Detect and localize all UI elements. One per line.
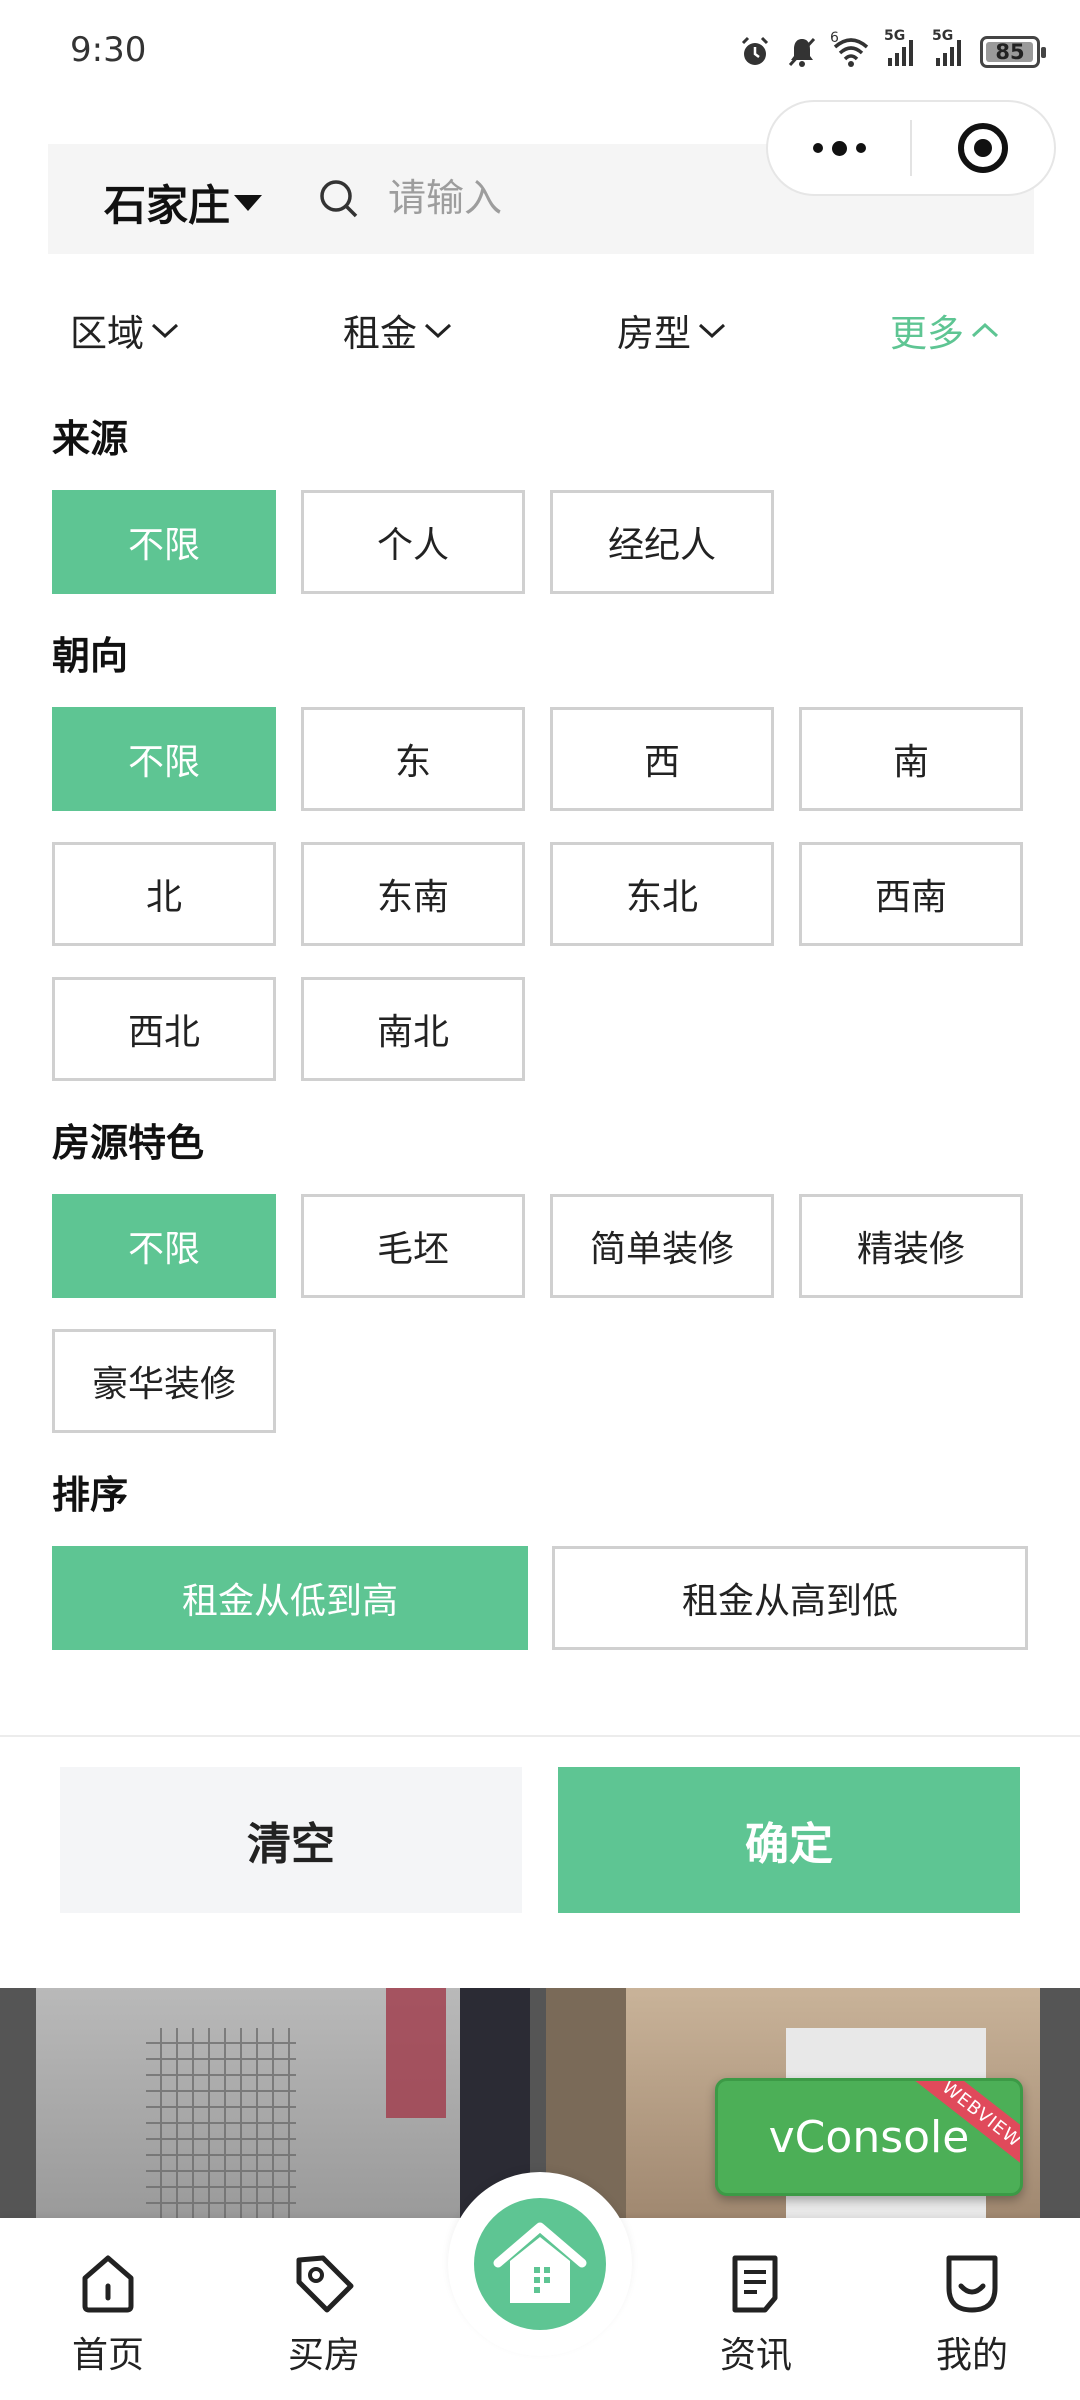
option-orientation-northwest[interactable]: 西北 <box>52 977 276 1081</box>
tab-label: 我的 <box>935 2335 1008 2376</box>
section-title-feature: 房源特色 <box>52 1121 205 1165</box>
document-icon <box>732 2255 778 2313</box>
option-feature-luxury-decor[interactable]: 豪华装修 <box>52 1329 276 1433</box>
option-sort-rent-desc[interactable]: 租金从高到低 <box>552 1546 1028 1650</box>
option-source-agent[interactable]: 经纪人 <box>550 490 774 594</box>
smile-icon <box>946 2255 998 2313</box>
vconsole-button[interactable]: vConsole WEBVIEW <box>715 2078 1023 2196</box>
search-icon <box>320 180 358 218</box>
chevron-down-icon <box>698 323 726 339</box>
filter-tab-label: 租金 <box>343 312 417 355</box>
option-orientation-northeast[interactable]: 东北 <box>550 842 774 946</box>
filter-tab-more[interactable]: 更多 <box>890 295 1000 365</box>
tab-mine[interactable]: 我的 <box>902 2248 1042 2378</box>
option-orientation-west[interactable]: 西 <box>550 707 774 811</box>
miniprogram-capsule <box>766 100 1056 196</box>
option-feature-any[interactable]: 不限 <box>52 1194 276 1298</box>
action-divider <box>0 1735 1080 1737</box>
filter-tab-layout[interactable]: 房型 <box>617 295 727 365</box>
city-label: 石家庄 <box>104 181 231 230</box>
option-orientation-north[interactable]: 北 <box>52 842 276 946</box>
option-orientation-east[interactable]: 东 <box>301 707 525 811</box>
alarm-icon <box>741 36 769 65</box>
center-home-button[interactable] <box>448 2172 632 2356</box>
chevron-down-icon <box>424 323 452 339</box>
wifi-indicator: 6 <box>830 30 870 68</box>
status-bar: 9:30 6 5G 5G 85 <box>0 0 1080 100</box>
filter-tab-area[interactable]: 区域 <box>70 295 180 365</box>
option-feature-fine-decor[interactable]: 精装修 <box>799 1194 1023 1298</box>
tab-label: 首页 <box>71 2335 144 2376</box>
tab-news[interactable]: 资讯 <box>686 2248 826 2378</box>
filter-tab-label: 区域 <box>70 312 144 355</box>
chevron-down-icon <box>151 323 179 339</box>
mute-icon <box>788 37 816 67</box>
section-title-sort: 排序 <box>52 1473 129 1517</box>
caret-down-icon <box>234 194 263 211</box>
status-icons: 6 5G 5G 85 <box>738 28 1046 74</box>
filter-tabs: 区域 租金 房型 更多 <box>0 295 1080 365</box>
building-home-icon <box>493 2222 587 2303</box>
vconsole-label: vConsole <box>768 2111 970 2163</box>
section-title-orientation: 朝向 <box>52 634 129 678</box>
more-button[interactable] <box>768 102 910 194</box>
option-feature-unfinished[interactable]: 毛坯 <box>301 1194 525 1298</box>
filter-tab-rent[interactable]: 租金 <box>343 295 453 365</box>
filter-tab-label: 更多 <box>890 312 964 355</box>
tab-home[interactable]: 首页 <box>38 2248 178 2378</box>
tab-label: 资讯 <box>719 2335 792 2376</box>
target-icon <box>957 123 1008 173</box>
home-outline-icon <box>82 2255 134 2313</box>
option-orientation-south[interactable]: 南 <box>799 707 1023 811</box>
tag-icon <box>296 2255 354 2313</box>
more-dots-icon <box>812 140 866 156</box>
battery-level: 85 <box>995 40 1025 64</box>
option-source-any[interactable]: 不限 <box>52 490 276 594</box>
signal-5g-indicator-1: 5G <box>884 28 918 68</box>
section-title-source: 来源 <box>52 417 129 461</box>
listing-photo[interactable] <box>36 1988 530 2218</box>
filter-tab-label: 房型 <box>617 312 691 355</box>
option-feature-simple-decor[interactable]: 简单装修 <box>550 1194 774 1298</box>
close-miniprogram-button[interactable] <box>912 102 1054 194</box>
battery-icon: 85 <box>980 36 1046 68</box>
city-selector[interactable]: 石家庄 <box>104 172 263 233</box>
tab-buy[interactable]: 买房 <box>254 2248 394 2378</box>
option-sort-rent-asc[interactable]: 租金从低到高 <box>52 1546 528 1650</box>
tab-label: 买房 <box>287 2335 360 2376</box>
signal-5g-indicator-2: 5G <box>932 28 966 68</box>
chevron-up-icon <box>971 322 999 338</box>
option-orientation-north-south[interactable]: 南北 <box>301 977 525 1081</box>
clear-button[interactable]: 清空 <box>60 1767 522 1913</box>
option-orientation-southeast[interactable]: 东南 <box>301 842 525 946</box>
status-time: 9:30 <box>70 30 147 70</box>
option-orientation-southwest[interactable]: 西南 <box>799 842 1023 946</box>
option-orientation-any[interactable]: 不限 <box>52 707 276 811</box>
confirm-button[interactable]: 确定 <box>558 1767 1020 1913</box>
option-source-individual[interactable]: 个人 <box>301 490 525 594</box>
